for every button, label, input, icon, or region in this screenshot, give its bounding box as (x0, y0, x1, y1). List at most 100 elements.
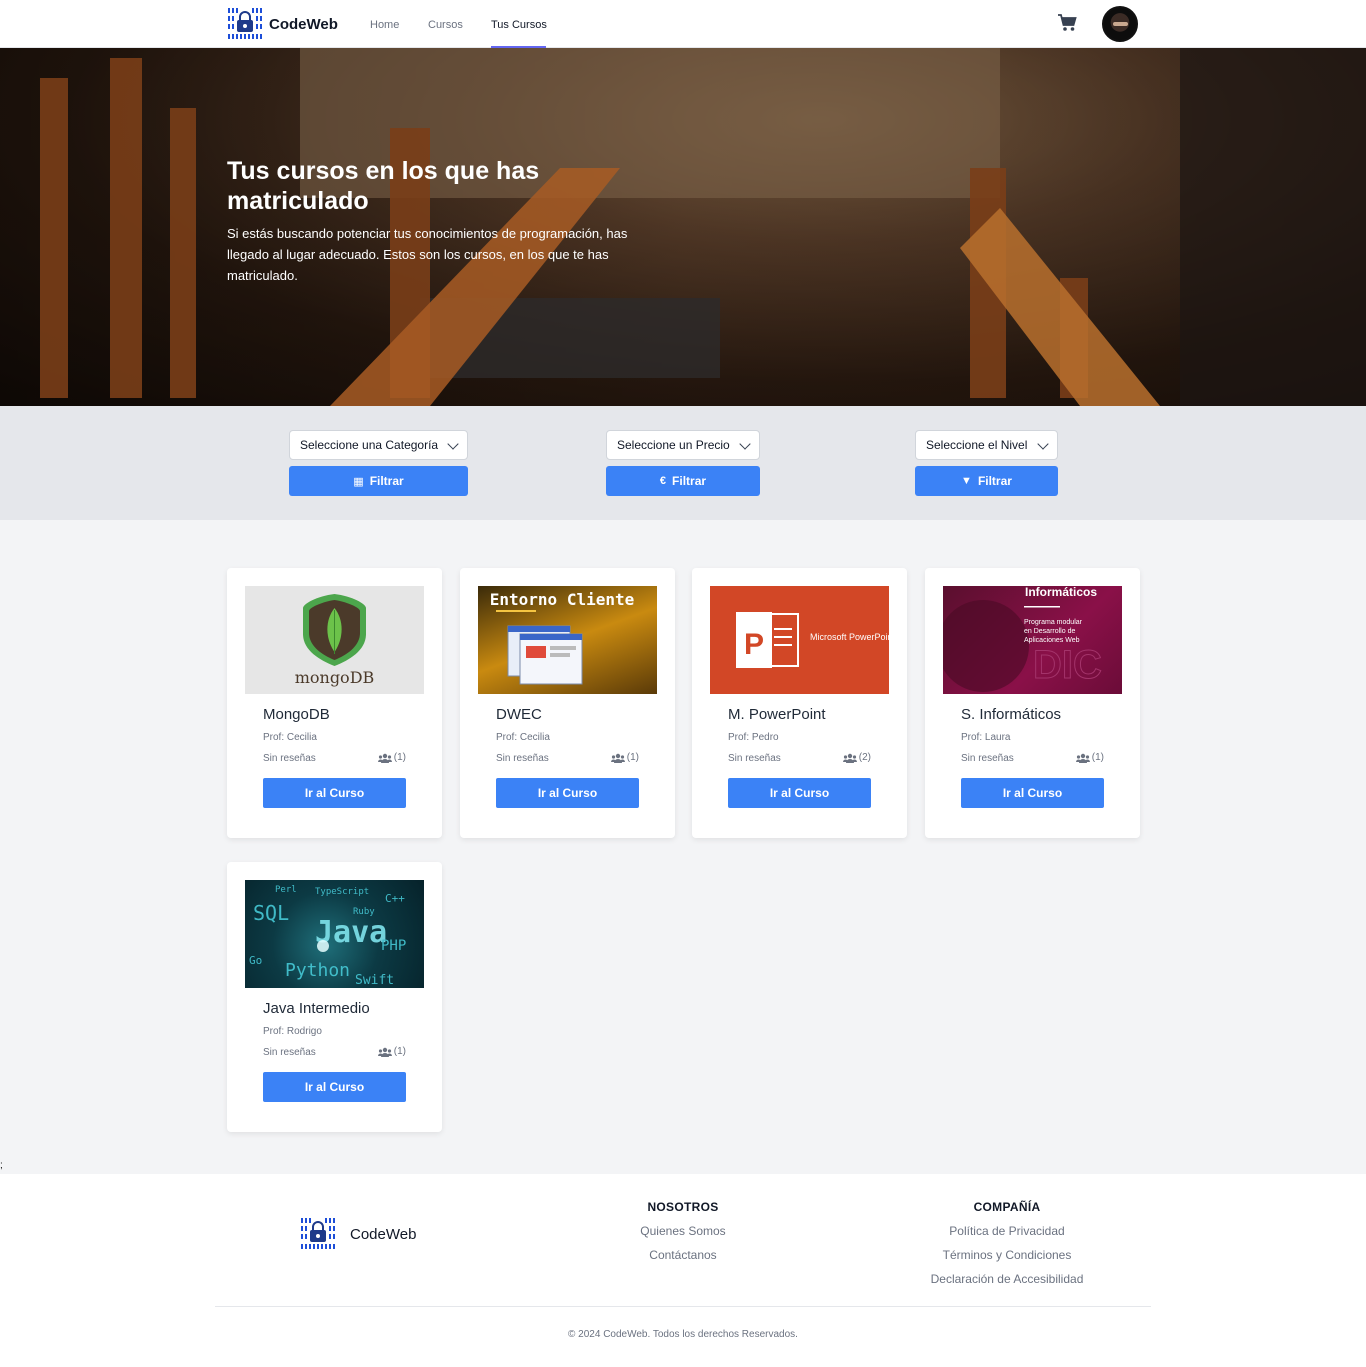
course-thumbnail: SQL Java Python PHP Ruby Perl TypeScript… (245, 880, 424, 988)
course-professor: Prof: Rodrigo (263, 1026, 322, 1037)
users-icon (1075, 753, 1090, 763)
go-to-course-button[interactable]: Ir al Curso (263, 1072, 406, 1102)
top-navbar: CodeWeb Home Cursos Tus Cursos (0, 0, 1366, 48)
course-card: Entorno Cliente DWEC Prof: Cecilia Sin r… (460, 568, 675, 838)
filters-bar: Seleccione una Categoría ▦ Filtrar Selec… (0, 406, 1366, 520)
footer-link-terminos[interactable]: Términos y Condiciones (897, 1248, 1117, 1262)
stray-text: ; (0, 1160, 3, 1171)
hero-description: Si estás buscando potenciar tus conocimi… (227, 226, 628, 283)
footer-link-quienes-somos[interactable]: Quienes Somos (583, 1224, 783, 1238)
go-to-course-button[interactable]: Ir al Curso (263, 778, 406, 808)
course-reviews: Sin reseñas (496, 753, 549, 764)
category-select[interactable]: Seleccione una Categoría (289, 430, 468, 460)
go-to-course-button[interactable]: Ir al Curso (961, 778, 1104, 808)
codeweb-logo (227, 6, 263, 42)
hero-banner: Tus cursos en los que has matriculado Si… (0, 48, 1366, 406)
course-professor: Prof: Pedro (728, 732, 779, 743)
course-title: DWEC (496, 706, 542, 723)
price-select[interactable]: Seleccione un Precio (606, 430, 760, 460)
go-to-course-button[interactable]: Ir al Curso (728, 778, 871, 808)
footer-nosotros-column: NOSOTROS Quienes Somos Contáctanos (583, 1200, 783, 1272)
course-professor: Prof: Laura (961, 732, 1011, 743)
hero-title: Tus cursos en los que has matriculado (227, 157, 540, 215)
footer-link-accesibilidad[interactable]: Declaración de Accesibilidad (897, 1272, 1117, 1286)
footer-link-privacidad[interactable]: Política de Privacidad (897, 1224, 1117, 1238)
footer-brand[interactable]: CodeWeb (300, 1216, 416, 1252)
users-icon (610, 753, 625, 763)
course-students-count: (2) (858, 752, 871, 763)
footer-divider (215, 1306, 1151, 1307)
programming-languages-image: SQL Java Python PHP Ruby Perl TypeScript… (249, 885, 406, 988)
course-professor: Prof: Cecilia (263, 732, 317, 743)
course-thumbnail: Informáticos Programa modular en Desarro… (943, 586, 1122, 694)
category-select-value: Seleccione una Categoría (300, 438, 439, 452)
svg-text:C++: C++ (385, 892, 405, 905)
svg-text:PHP: PHP (381, 938, 406, 954)
svg-text:Python: Python (285, 960, 350, 981)
sistemas-informaticos-image: Informáticos Programa modular en Desarro… (943, 586, 1102, 692)
course-students: (1) (610, 752, 639, 763)
course-title: Java Intermedio (263, 1000, 370, 1017)
hero-background-image (40, 48, 1366, 406)
course-thumbnail: P Microsoft PowerPoint (710, 586, 889, 694)
go-to-course-button[interactable]: Ir al Curso (496, 778, 639, 808)
chevron-down-icon (1037, 438, 1049, 450)
svg-text:Microsoft PowerPoint: Microsoft PowerPoint (810, 632, 889, 642)
svg-text:Perl: Perl (275, 885, 297, 895)
svg-text:Swift: Swift (355, 973, 394, 988)
filter-price-button[interactable]: € Filtrar (606, 466, 760, 496)
footer-nosotros-heading: NOSOTROS (647, 1200, 719, 1214)
entorno-cliente-image: Entorno Cliente (490, 590, 635, 685)
mongodb-logo-icon: mongoDB (295, 594, 375, 687)
level-select-value: Seleccione el Nivel (926, 438, 1028, 452)
powerpoint-logo-icon: P Microsoft PowerPoint (736, 612, 889, 668)
footer-compania-heading: COMPAÑÍA (973, 1200, 1041, 1214)
course-students: (1) (377, 1046, 406, 1057)
course-title: M. PowerPoint (728, 706, 826, 723)
course-students: (2) (842, 752, 871, 763)
brand-name: CodeWeb (269, 15, 338, 33)
svg-text:en Desarrollo de: en Desarrollo de (1024, 628, 1075, 635)
course-students-count: (1) (393, 1046, 406, 1057)
chevron-down-icon (739, 438, 751, 450)
course-thumbnail: Entorno Cliente (478, 586, 657, 694)
page-footer: CodeWeb NOSOTROS Quienes Somos Contáctan… (0, 1174, 1366, 1367)
svg-text:Informáticos: Informáticos (1025, 586, 1097, 599)
user-avatar[interactable] (1102, 6, 1138, 42)
shopping-cart-icon[interactable] (1057, 13, 1077, 33)
course-title: S. Informáticos (961, 706, 1062, 723)
svg-text:DIC: DIC (1033, 643, 1102, 687)
course-card: SQL Java Python PHP Ruby Perl TypeScript… (227, 862, 442, 1132)
brand-link[interactable]: CodeWeb (227, 6, 338, 42)
filter-level-button[interactable]: ▼ Filtrar (915, 466, 1058, 496)
chevron-down-icon (447, 438, 459, 450)
nav-tus-cursos-link[interactable]: Tus Cursos (491, 19, 547, 31)
course-reviews: Sin reseñas (263, 1047, 316, 1058)
course-students-count: (1) (1091, 752, 1104, 763)
nav-home-link[interactable]: Home (370, 19, 399, 31)
filter-category-label: Filtrar (369, 474, 404, 488)
filter-price-label: Filtrar (672, 474, 707, 488)
course-students-count: (1) (393, 752, 406, 763)
course-reviews: Sin reseñas (263, 753, 316, 764)
svg-text:SQL: SQL (253, 901, 289, 925)
nav-cursos-link[interactable]: Cursos (428, 19, 463, 31)
grid-icon: ▦ (353, 475, 364, 488)
svg-text:mongoDB: mongoDB (295, 668, 375, 687)
footer-link-contactanos[interactable]: Contáctanos (583, 1248, 783, 1262)
price-select-value: Seleccione un Precio (617, 438, 730, 452)
users-icon (377, 753, 392, 763)
course-thumbnail: mongoDB (245, 586, 424, 694)
level-select[interactable]: Seleccione el Nivel (915, 430, 1058, 460)
users-icon (377, 1047, 392, 1057)
footer-copyright: © 2024 CodeWeb. Todos los derechos Reser… (568, 1329, 798, 1340)
course-card: mongoDB MongoDB Prof: Cecilia Sin reseña… (227, 568, 442, 838)
svg-text:Entorno Cliente: Entorno Cliente (490, 590, 635, 609)
course-students: (1) (1075, 752, 1104, 763)
footer-compania-column: COMPAÑÍA Política de Privacidad Términos… (897, 1200, 1117, 1296)
course-reviews: Sin reseñas (728, 753, 781, 764)
filter-level-label: Filtrar (977, 474, 1012, 488)
course-card: P Microsoft PowerPoint M. PowerPoint Pro… (692, 568, 907, 838)
filter-category-button[interactable]: ▦ Filtrar (289, 466, 468, 496)
svg-text:TypeScript: TypeScript (315, 887, 369, 897)
